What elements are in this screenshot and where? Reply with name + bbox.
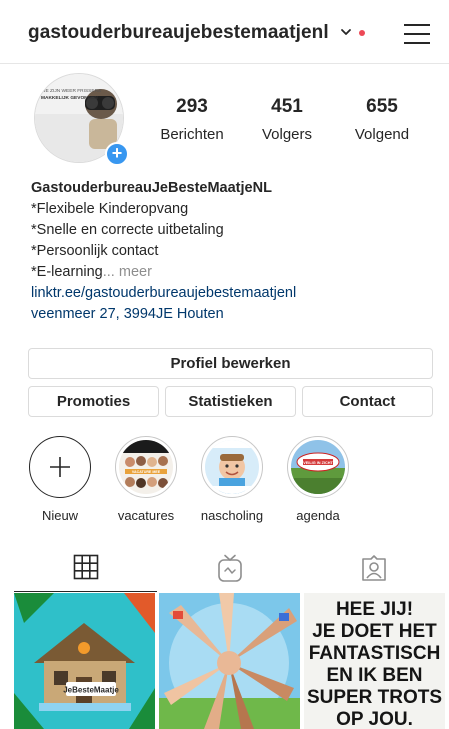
tab-igtv[interactable] <box>158 548 301 592</box>
highlight-vacatures[interactable]: VACATURE MEE vacatures <box>111 436 181 523</box>
contact-button[interactable]: Contact <box>302 386 433 417</box>
highlight-circle: VEILIG IN ZICHT <box>287 436 349 498</box>
highlight-new[interactable]: Nieuw <box>25 436 95 523</box>
post-thumbnail[interactable]: JeBesteMaatje <box>14 593 155 729</box>
stat-followers[interactable]: 451 Volgers <box>242 96 332 143</box>
bio-line: *Snelle en correcte uitbetaling <box>31 222 224 238</box>
nascholing-cover-image <box>205 440 259 494</box>
quote-line: SUPER TROTS <box>307 687 442 708</box>
tab-tagged[interactable] <box>302 548 445 592</box>
hamburger-menu-icon[interactable] <box>404 24 430 44</box>
profile-display-name: GastouderbureauJeBesteMaatjeNL <box>31 180 272 196</box>
highlight-label: agenda <box>296 508 340 523</box>
highlight-circle: VACATURE MEE <box>115 436 177 498</box>
profile-header: gastouderbureaujebestemaatjenl <box>0 0 449 64</box>
highlight-label: nascholing <box>200 508 264 523</box>
profile-avatar[interactable]: WE ZIJN WEER FRISSERS MAKKELIJK GEVONDEN… <box>34 73 129 167</box>
account-username[interactable]: gastouderbureaujebestemaatjenl <box>28 22 329 44</box>
statistics-button[interactable]: Statistieken <box>165 386 296 417</box>
plus-icon <box>50 457 70 477</box>
posts-grid: JeBesteMaatje HEE JIJ! JE DOET HET FANTA… <box>14 593 445 729</box>
highlight-cover: VEILIG IN ZICHT <box>291 440 345 494</box>
chevron-down-icon[interactable] <box>340 26 352 38</box>
tab-grid[interactable] <box>14 548 157 592</box>
highlight-circle <box>201 436 263 498</box>
igtv-icon <box>218 554 242 582</box>
followers-count: 451 <box>271 96 303 117</box>
profile-website-link[interactable]: linktr.ee/gastouderbureaujebestemaatjenl <box>31 283 431 304</box>
more-link[interactable]: ... meer <box>103 264 152 280</box>
highlight-nascholing[interactable]: nascholing <box>197 436 267 523</box>
posts-count: 293 <box>176 96 208 117</box>
highlight-label: vacatures <box>117 508 175 523</box>
promotions-button[interactable]: Promoties <box>28 386 159 417</box>
agenda-cover-text: VEILIG IN ZICHT <box>303 461 333 465</box>
bio-line: *E-learning <box>31 264 103 280</box>
add-story-plus-icon[interactable]: + <box>105 142 129 166</box>
vacatures-cover-image: VACATURE MEE <box>119 440 173 494</box>
edit-profile-button[interactable]: Profiel bewerken <box>28 348 433 379</box>
post-logo-text: JeBesteMaatje <box>63 686 119 695</box>
following-count: 655 <box>366 96 398 117</box>
profile-bio: GastouderbureauJeBesteMaatjeNL *Flexibel… <box>31 178 431 325</box>
notification-dot <box>359 30 365 36</box>
highlight-label: Nieuw <box>41 508 79 523</box>
post-image-hands <box>159 593 300 729</box>
post-image-house: JeBesteMaatje <box>14 593 155 729</box>
quote-line: FANTASTISCH <box>309 643 441 664</box>
followers-label: Volgers <box>261 126 313 143</box>
highlight-cover <box>205 440 259 494</box>
post-image-quote: HEE JIJ! JE DOET HET FANTASTISCH EN IK B… <box>304 593 445 729</box>
grid-icon <box>73 554 99 580</box>
post-thumbnail[interactable] <box>159 593 300 729</box>
avatar-text-line2: MAKKELIJK GEVONDEN <box>41 95 98 101</box>
avatar-text-line1: WE ZIJN WEER FRISSERS <box>41 88 101 94</box>
highlight-agenda[interactable]: VEILIG IN ZICHT agenda <box>283 436 353 523</box>
quote-line: OP JOU. <box>336 709 413 729</box>
quote-line: EN IK BEN <box>326 665 422 686</box>
posts-label: Berichten <box>160 126 224 143</box>
following-label: Volgend <box>354 126 410 143</box>
post-thumbnail[interactable]: HEE JIJ! JE DOET HET FANTASTISCH EN IK B… <box>304 593 445 729</box>
quote-line: JE DOET HET <box>312 621 437 642</box>
highlight-cover: VACATURE MEE <box>119 440 173 494</box>
bio-line-truncated: *E-learning... meer <box>31 262 431 283</box>
stat-following[interactable]: 655 Volgend <box>337 96 427 143</box>
stat-posts[interactable]: 293 Berichten <box>147 96 237 143</box>
bio-line: *Persoonlijk contact <box>31 243 159 259</box>
instagram-profile-screen: gastouderbureaujebestemaatjenl WE ZIJN W… <box>0 0 449 729</box>
profile-address-link[interactable]: veenmeer 27, 3994JE Houten <box>31 304 431 325</box>
vacatures-cover-text: VACATURE MEE <box>132 470 161 474</box>
quote-line: HEE JIJ! <box>336 599 413 620</box>
agenda-cover-image: VEILIG IN ZICHT <box>291 440 345 494</box>
profile-tabs <box>14 548 445 592</box>
tagged-icon <box>362 555 386 581</box>
new-highlight-circle <box>29 436 91 498</box>
bio-line: *Flexibele Kinderopvang <box>31 201 189 217</box>
